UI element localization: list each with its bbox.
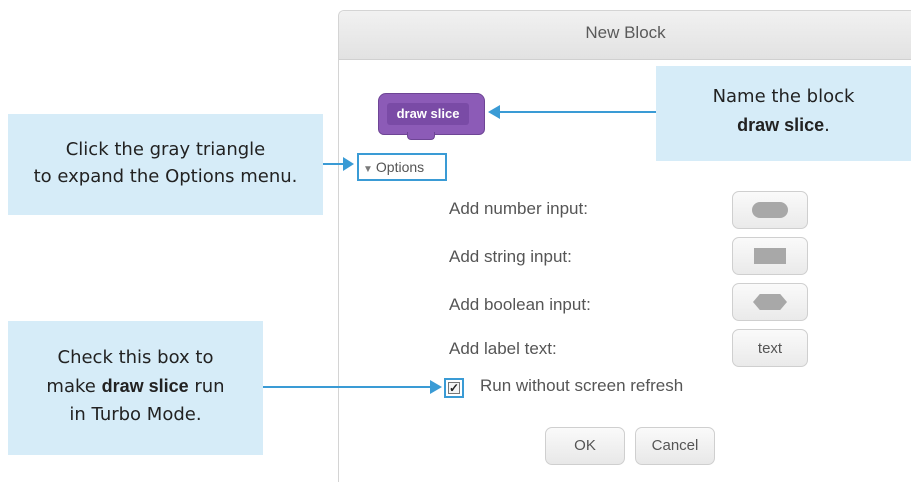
arrow-head-checkbox [430,380,442,394]
callout-arrows [263,105,656,394]
arrow-head-block-name [488,105,500,119]
arrow-head-options [343,157,354,171]
